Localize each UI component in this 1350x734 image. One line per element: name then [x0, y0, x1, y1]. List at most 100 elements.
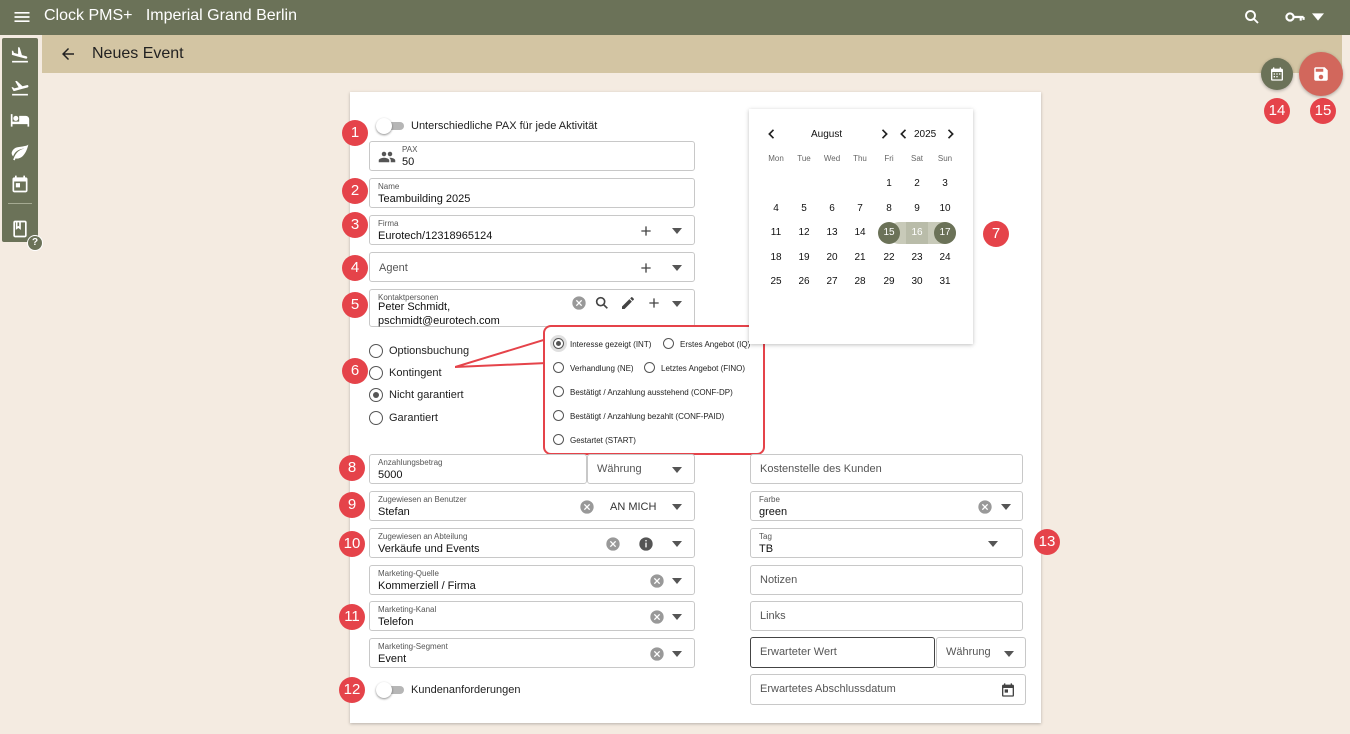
assign-to-me-button[interactable]: AN MICH [610, 501, 656, 513]
calendar-day[interactable]: 17 [934, 222, 956, 244]
kontakt-field[interactable]: Kontaktpersonen Peter Schmidt, pschmidt@… [369, 289, 695, 327]
abschlussdatum-field[interactable]: Erwartetes Abschlussdatum [750, 674, 1026, 705]
status-radio-conf-paid[interactable] [553, 410, 564, 421]
back-arrow-icon[interactable] [59, 45, 77, 63]
chevron-down-icon[interactable] [988, 539, 998, 549]
anzahlung-currency-select[interactable]: Währung [587, 454, 695, 484]
calendar-day[interactable]: 11 [765, 222, 787, 244]
status-radio-iq[interactable] [663, 338, 674, 349]
pax-field[interactable]: PAX 50 [369, 141, 695, 171]
calendar-day[interactable]: 31 [934, 271, 956, 293]
chevron-down-icon[interactable] [672, 612, 682, 622]
abteilung-field[interactable]: Zugewiesen an Abteilung Verkäufe und Eve… [369, 528, 695, 558]
search-icon[interactable] [594, 295, 610, 311]
clear-icon[interactable] [579, 499, 595, 515]
status-radio-conf-dp[interactable] [553, 386, 564, 397]
calendar-day[interactable]: 23 [906, 247, 928, 269]
calendar-day[interactable]: 20 [821, 247, 843, 269]
calendar-day[interactable]: 2 [906, 173, 928, 195]
calendar-day[interactable]: 30 [906, 271, 928, 293]
arrival-icon[interactable] [10, 45, 30, 65]
edit-icon[interactable] [620, 295, 636, 311]
help-icon[interactable]: ? [27, 235, 43, 251]
next-year-icon[interactable] [947, 129, 955, 139]
radio-optionsbuchung[interactable] [369, 344, 383, 358]
calendar-day[interactable]: 10 [934, 198, 956, 220]
clear-icon[interactable] [977, 499, 993, 515]
calendar-day[interactable]: 12 [793, 222, 815, 244]
agent-field[interactable]: Agent [369, 252, 695, 282]
anzahlung-field[interactable]: Anzahlungsbetrag 5000 [369, 454, 587, 484]
calendar-view-button[interactable] [1261, 58, 1293, 90]
clear-icon[interactable] [649, 646, 665, 662]
chevron-down-icon[interactable] [1001, 502, 1011, 512]
calendar-day[interactable]: 8 [878, 198, 900, 220]
chevron-down-icon[interactable] [672, 226, 682, 236]
calendar-day[interactable]: 7 [849, 198, 871, 220]
add-icon[interactable] [646, 295, 662, 311]
calendar-day[interactable]: 26 [793, 271, 815, 293]
firma-field[interactable]: Firma Eurotech/12318965124 [369, 215, 695, 245]
radio-garantiert[interactable] [369, 411, 383, 425]
search-icon[interactable] [1243, 8, 1261, 26]
chevron-down-icon[interactable] [1004, 649, 1014, 659]
prev-year-icon[interactable] [899, 129, 907, 139]
calendar-day[interactable]: 19 [793, 247, 815, 269]
chevron-down-icon[interactable] [672, 649, 682, 659]
key-icon[interactable] [1285, 9, 1305, 25]
radio-nicht-garantiert[interactable] [369, 388, 383, 402]
departure-icon[interactable] [10, 78, 30, 98]
farbe-field[interactable]: Farbe green [750, 491, 1023, 521]
next-month-icon[interactable] [881, 129, 889, 139]
calendar-day[interactable]: 16 [906, 222, 928, 244]
calendar-day[interactable]: 15 [878, 222, 900, 244]
prev-month-icon[interactable] [767, 129, 775, 139]
chevron-down-icon[interactable] [672, 465, 682, 475]
chevron-down-icon[interactable] [672, 539, 682, 549]
kunden-toggle[interactable] [376, 682, 404, 698]
benutzer-field[interactable]: Zugewiesen an Benutzer Stefan AN MICH [369, 491, 695, 521]
name-field[interactable]: Name Teambuilding 2025 [369, 178, 695, 208]
calendar-day[interactable]: 22 [878, 247, 900, 269]
erwarteter-wert-field[interactable]: Erwarteter Wert [750, 637, 935, 668]
notizen-field[interactable]: Notizen [750, 565, 1023, 595]
status-radio-int[interactable] [553, 338, 564, 349]
add-icon[interactable] [638, 223, 654, 239]
calendar-day[interactable]: 9 [906, 198, 928, 220]
calendar-day[interactable]: 27 [821, 271, 843, 293]
info-icon[interactable] [638, 536, 654, 552]
book-icon[interactable] [10, 219, 30, 239]
tag-field[interactable]: Tag TB [750, 528, 1023, 558]
calendar-day[interactable]: 25 [765, 271, 787, 293]
calendar-icon[interactable] [10, 174, 30, 194]
calendar-day[interactable]: 3 [934, 173, 956, 195]
menu-icon[interactable] [12, 7, 32, 27]
pax-toggle[interactable] [376, 118, 404, 134]
calendar-day[interactable]: 29 [878, 271, 900, 293]
clear-icon[interactable] [571, 295, 587, 311]
calendar-day[interactable]: 24 [934, 247, 956, 269]
erwarteter-wert-currency-select[interactable]: Währung [936, 637, 1026, 668]
calendar-year[interactable]: 2025 [914, 129, 936, 140]
clear-icon[interactable] [649, 609, 665, 625]
clear-icon[interactable] [649, 573, 665, 589]
marketing-quelle-field[interactable]: Marketing-Quelle Kommerziell / Firma [369, 565, 695, 595]
chevron-down-icon[interactable] [672, 576, 682, 586]
save-button[interactable] [1299, 52, 1343, 96]
calendar-day[interactable]: 21 [849, 247, 871, 269]
status-radio-ne[interactable] [553, 362, 564, 373]
calendar-day[interactable]: 5 [793, 198, 815, 220]
bed-icon[interactable] [10, 110, 30, 130]
clear-icon[interactable] [605, 536, 621, 552]
calendar-day[interactable]: 1 [878, 173, 900, 195]
chevron-down-icon[interactable] [672, 263, 682, 273]
calendar-day[interactable]: 18 [765, 247, 787, 269]
calendar-day[interactable]: 14 [849, 222, 871, 244]
account-dropdown-icon[interactable] [1312, 12, 1324, 22]
marketing-kanal-field[interactable]: Marketing-Kanal Telefon [369, 601, 695, 631]
kostenstelle-field[interactable]: Kostenstelle des Kunden [750, 454, 1023, 484]
calendar-day[interactable]: 28 [849, 271, 871, 293]
add-icon[interactable] [638, 260, 654, 276]
marketing-segment-field[interactable]: Marketing-Segment Event [369, 638, 695, 668]
status-radio-start[interactable] [553, 434, 564, 445]
